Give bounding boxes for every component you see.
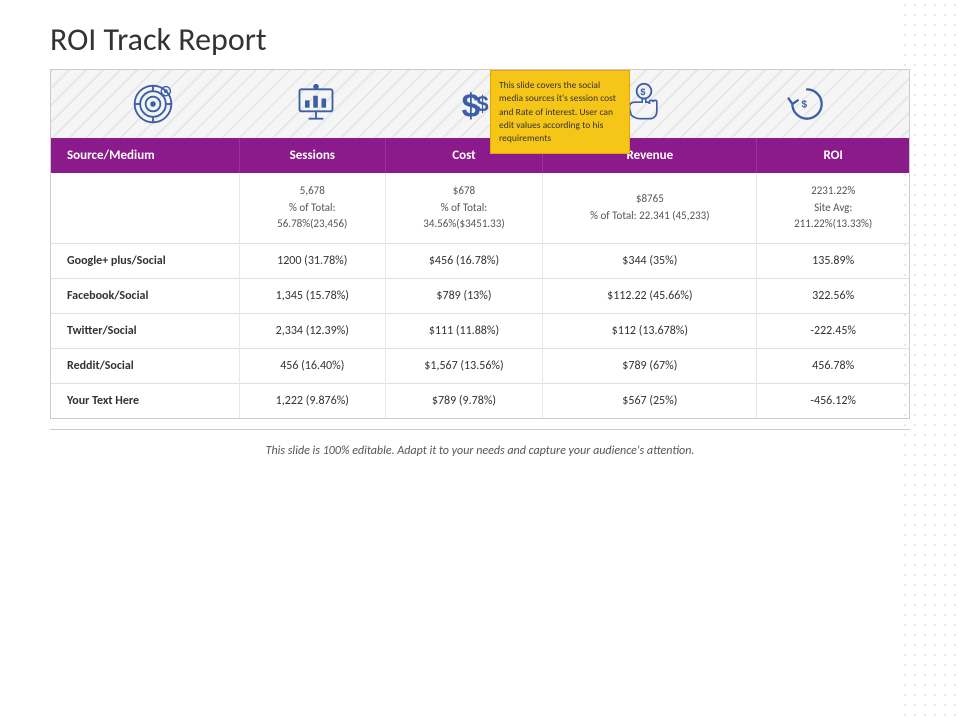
summary-cost: $678% of Total:34.56%($3451.33) [385,173,543,243]
row4-source: Reddit/Social [51,348,239,383]
roi-table: Source/Medium Sessions Cost Revenue ROI … [51,138,909,418]
refresh-money-icon: $ [785,82,829,126]
row4-revenue: $789 (67%) [543,348,757,383]
summary-revenue: $8765% of Total: 22.341 (45,233) [543,173,757,243]
svg-text:$: $ [802,100,808,111]
row1-roi: 135.89% [757,243,909,278]
presentation-icon-cell [286,82,346,126]
footer-divider [50,429,910,430]
table-row: Google+ plus/Social 1200 (31.78%) $456 (… [51,243,909,278]
table-row: Your Text Here 1,222 (9.876%) $789 (9.78… [51,383,909,418]
tooltip-text: This slide covers the social media sourc… [499,79,616,144]
header-source: Source/Medium [51,138,239,173]
row4-cost: $1,567 (13.56%) [385,348,543,383]
row3-cost: $111 (11.88%) [385,313,543,348]
row5-cost: $789 (9.78%) [385,383,543,418]
row3-sessions: 2,334 (12.39%) [239,313,385,348]
svg-text:$: $ [640,87,645,97]
row4-roi: 456.78% [757,348,909,383]
row2-revenue: $112.22 (45.66%) [543,278,757,313]
table-row: Twitter/Social 2,334 (12.39%) $111 (11.8… [51,313,909,348]
row3-revenue: $112 (13.678%) [543,313,757,348]
row5-sessions: 1,222 (9.876%) [239,383,385,418]
header-sessions: Sessions [239,138,385,173]
footer-text: This slide is 100% editable. Adapt it to… [50,444,910,458]
row3-roi: -222.45% [757,313,909,348]
row1-revenue: $344 (35%) [543,243,757,278]
summary-sessions: 5,678% of Total:56.78%(23,456) [239,173,385,243]
row3-source: Twitter/Social [51,313,239,348]
row2-sessions: 1,345 (15.78%) [239,278,385,313]
svg-text:$: $ [476,91,488,116]
table-header-row: Source/Medium Sessions Cost Revenue ROI [51,138,909,173]
row2-cost: $789 (13%) [385,278,543,313]
presentation-icon [294,82,338,126]
row1-source: Google+ plus/Social [51,243,239,278]
target-icon [131,82,175,126]
table-row: Facebook/Social 1,345 (15.78%) $789 (13%… [51,278,909,313]
tooltip-box: This slide covers the social media sourc… [490,70,630,154]
summary-row: 5,678% of Total:56.78%(23,456) $678% of … [51,173,909,243]
table-row: Reddit/Social 456 (16.40%) $1,567 (13.56… [51,348,909,383]
row1-cost: $456 (16.78%) [385,243,543,278]
row5-roi: -456.12% [757,383,909,418]
row2-source: Facebook/Social [51,278,239,313]
row2-roi: 322.56% [757,278,909,313]
row5-source: Your Text Here [51,383,239,418]
icons-section: $ $ $ $ [50,69,910,138]
table-container: Source/Medium Sessions Cost Revenue ROI … [50,138,910,419]
header-roi: ROI [757,138,909,173]
page-title: ROI Track Report [50,20,910,59]
row4-sessions: 456 (16.40%) [239,348,385,383]
refresh-money-icon-cell: $ [777,82,837,126]
target-icon-cell [123,82,183,126]
row5-revenue: $567 (25%) [543,383,757,418]
summary-roi: 2231.22%Site Avg:211.22%(13.33%) [757,173,909,243]
row1-sessions: 1200 (31.78%) [239,243,385,278]
summary-source [51,173,239,243]
